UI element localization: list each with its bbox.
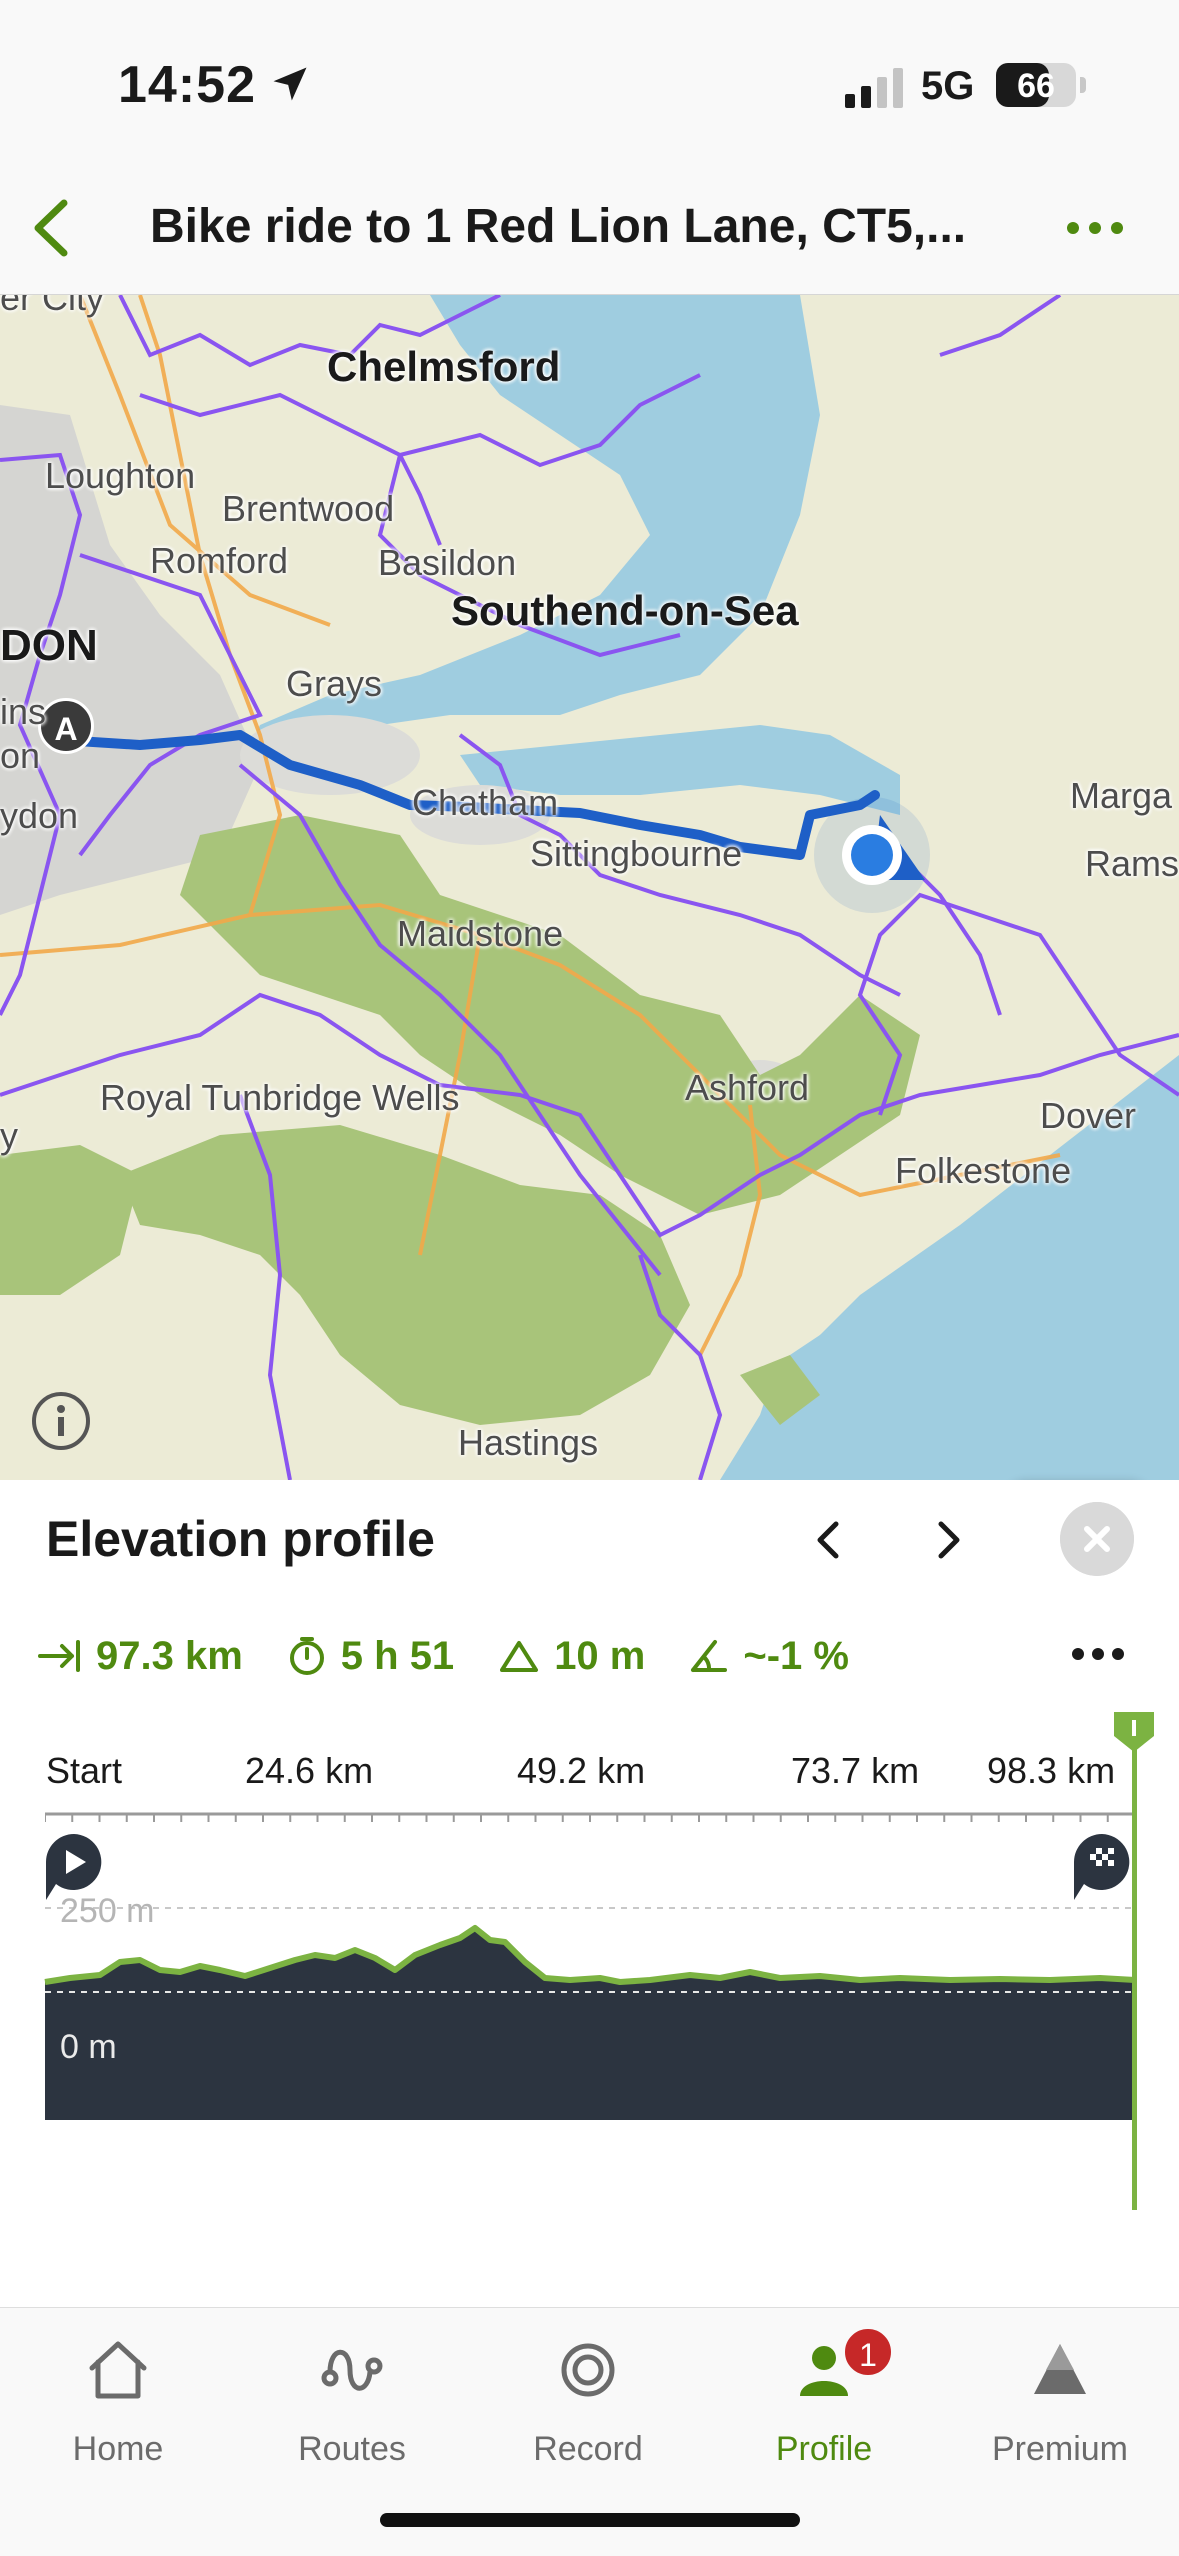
status-bar: 14:52 5G 66 <box>0 0 1179 165</box>
tab-record-label: Record <box>533 2430 643 2468</box>
city-label-brentwood: Brentwood <box>222 488 395 529</box>
ascent-value: 10 m <box>554 1633 646 1678</box>
position-cursor-line[interactable] <box>1132 1730 1137 2210</box>
page-title: Bike ride to 1 Red Lion Lane, CT5,... <box>150 200 967 253</box>
route-stats: 97.3 km 5 h 51 10 m ~-1 % <box>38 1628 893 1684</box>
elevation-max-label: 250 m <box>60 1892 155 1930</box>
finish-flag-icon <box>1074 1834 1130 1900</box>
close-icon[interactable] <box>1060 1502 1134 1576</box>
location-arrow-icon <box>273 67 307 101</box>
city-label-romford: Romford <box>150 540 289 581</box>
city-label-dover: Dover <box>1040 1095 1137 1136</box>
city-label-sittingbourne: Sittingbourne <box>530 833 743 874</box>
ascent-icon <box>500 1641 539 1672</box>
nav-header: Bike ride to 1 Red Lion Lane, CT5,... <box>0 165 1179 295</box>
elevation-title: Elevation profile <box>46 1511 435 1567</box>
back-chevron-icon[interactable] <box>22 195 82 261</box>
elevation-zero-label: 0 m <box>60 2028 117 2066</box>
home-indicator <box>380 2513 800 2527</box>
tab-routes-label: Routes <box>298 2430 406 2468</box>
distance-value: 97.3 km <box>96 1633 243 1678</box>
elevation-fill <box>45 1928 1135 2000</box>
gradient-value: ~-1 % <box>743 1633 849 1678</box>
tab-home[interactable]: Home <box>18 2336 218 2476</box>
tick-label: 73.7 km <box>791 1750 920 1791</box>
tab-profile[interactable]: 1 Profile <box>724 2326 924 2476</box>
tick-label: Start <box>46 1750 123 1791</box>
stat-distance: 97.3 km <box>38 1634 243 1679</box>
city-label-edge: y <box>0 1115 18 1156</box>
tab-home-label: Home <box>72 2430 164 2468</box>
city-label-grays: Grays <box>286 663 383 704</box>
city-label-edge: ins <box>0 691 47 732</box>
distance-icon <box>38 1640 80 1672</box>
city-label-london: DON <box>0 621 98 670</box>
city-label-hastings: Hastings <box>458 1422 599 1463</box>
city-label-margate: Marga <box>1070 775 1173 816</box>
start-marker-a[interactable]: A <box>38 698 94 754</box>
home-icon <box>89 2341 147 2399</box>
network-type: 5G <box>921 64 975 108</box>
city-label-chatham: Chatham <box>412 782 559 823</box>
city-label-tunbridge-wells: Royal Tunbridge Wells <box>100 1077 460 1118</box>
city-label-southend: Southend-on-Sea <box>451 587 799 634</box>
city-label-maidstone: Maidstone <box>397 913 564 954</box>
tick-label: 24.6 km <box>245 1750 374 1791</box>
battery-level: 66 <box>1017 67 1055 105</box>
tab-premium[interactable]: Premium <box>960 2336 1160 2476</box>
city-label-ramsgate: Rams <box>1085 843 1179 884</box>
tab-record[interactable]: Record <box>488 2336 688 2476</box>
route-map[interactable]: A er City Chelmsford Loughton Brentwood … <box>0 295 1179 1480</box>
city-label-folkestone: Folkestone <box>895 1150 1072 1191</box>
stat-gradient: ~-1 % <box>689 1634 849 1679</box>
elevation-chart[interactable]: 250 m 0 m <box>0 1892 1179 2220</box>
city-label-edge: on <box>0 735 41 776</box>
position-cursor-handle[interactable] <box>1112 1710 1156 1754</box>
tab-profile-label: Profile <box>775 2430 873 2468</box>
next-chevron-icon[interactable] <box>925 1518 969 1562</box>
tab-premium-label: Premium <box>991 2430 1129 2468</box>
city-label-ashford: Ashford <box>685 1067 810 1108</box>
more-options-icon[interactable] <box>1065 213 1125 243</box>
distance-ticks: Start 24.6 km 49.2 km 73.7 km 98.3 km <box>0 1750 1179 1791</box>
stat-duration: 5 h 51 <box>287 1634 454 1679</box>
battery-cap <box>1080 77 1086 93</box>
status-time: 14:52 <box>118 56 256 114</box>
gradient-icon <box>691 1640 728 1672</box>
record-icon <box>561 2343 615 2397</box>
stat-ascent: 10 m <box>498 1634 645 1679</box>
prev-chevron-icon[interactable] <box>808 1518 852 1562</box>
signal-icon <box>845 68 903 108</box>
battery-icon: 66 <box>996 63 1076 107</box>
city-label: er City <box>0 295 105 318</box>
city-label-basildon: Basildon <box>378 542 517 583</box>
city-label-loughton: Loughton <box>45 455 196 496</box>
elevation-graph <box>44 1907 1136 2120</box>
city-label-croydon: ydon <box>0 795 79 836</box>
tick-label: 49.2 km <box>517 1750 646 1791</box>
routes-icon <box>321 2349 383 2391</box>
tab-routes[interactable]: Routes <box>252 2336 452 2476</box>
notification-badge: 1 <box>842 2326 894 2378</box>
timer-icon <box>289 1637 324 1675</box>
duration-value: 5 h 51 <box>340 1633 455 1678</box>
tick-label: 98.3 km <box>987 1750 1116 1791</box>
info-icon[interactable] <box>30 1390 92 1452</box>
premium-icon <box>1034 2344 1086 2394</box>
city-label-chelmsford: Chelmsford <box>327 343 561 390</box>
elevation-panel: Elevation profile 97.3 km 5 h 51 10 m ~-… <box>0 1480 1179 2307</box>
stats-more-icon[interactable] <box>1070 1640 1126 1668</box>
distance-axis <box>45 1812 1135 1822</box>
